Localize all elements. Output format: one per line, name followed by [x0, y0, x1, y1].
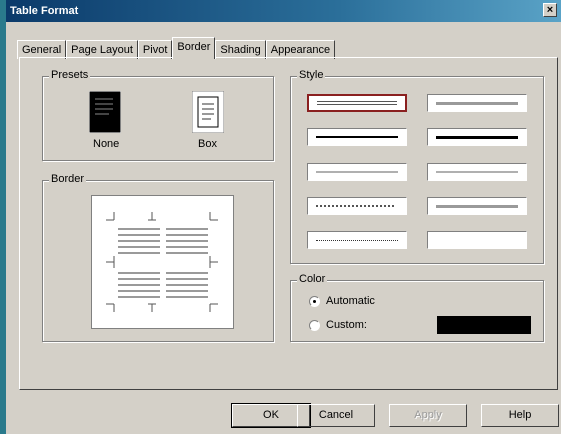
style-dotted-line[interactable] — [307, 197, 407, 215]
window-title: Table Format — [10, 5, 79, 17]
presets-group: Presets None Box — [42, 69, 274, 161]
preset-none-button[interactable] — [88, 90, 122, 136]
help-button[interactable]: Help — [481, 404, 559, 427]
preset-box-label: Box — [198, 138, 217, 150]
custom-color-swatch[interactable] — [437, 316, 531, 334]
close-icon[interactable]: × — [543, 3, 557, 17]
radio-automatic[interactable] — [309, 295, 320, 307]
style-label: Style — [297, 69, 326, 81]
line-sample — [316, 240, 398, 241]
line-sample — [436, 136, 518, 139]
apply-button[interactable]: Apply — [389, 404, 467, 427]
line-sample — [436, 171, 518, 173]
line-sample — [436, 205, 518, 208]
line-sample — [316, 136, 398, 138]
radio-custom[interactable] — [309, 319, 320, 331]
style-thick-line[interactable] — [427, 128, 527, 146]
preset-box-button[interactable] — [191, 90, 225, 136]
line-sample — [316, 205, 394, 207]
automatic-label: Automatic — [326, 295, 375, 307]
style-thin-line[interactable] — [307, 163, 407, 181]
cancel-button[interactable]: Cancel — [297, 404, 375, 427]
line-sample — [436, 102, 518, 105]
style-fine-dotted-line[interactable] — [307, 231, 407, 249]
style-medium-gray-line[interactable] — [427, 197, 527, 215]
tab-strip: General Page Layout Pivot Border Shading… — [17, 37, 336, 59]
presets-label: Presets — [49, 69, 91, 81]
tab-border[interactable]: Border — [172, 37, 216, 59]
color-automatic-option[interactable]: Automatic — [309, 295, 375, 307]
preset-box-icon — [191, 90, 225, 134]
color-label: Color — [297, 273, 328, 285]
color-group: Color Automatic Custom: — [290, 273, 544, 342]
border-tab-panel: Presets None Box Border Style Color Auto… — [19, 57, 558, 390]
color-custom-option[interactable]: Custom: — [309, 319, 367, 331]
style-light-line[interactable] — [427, 163, 527, 181]
style-group: Style — [290, 69, 544, 264]
style-solid-line[interactable] — [427, 94, 527, 112]
table-format-dialog: Table Format × General Page Layout Pivot… — [0, 0, 561, 434]
border-group: Border — [42, 173, 274, 342]
line-sample — [316, 171, 398, 173]
border-label: Border — [49, 173, 87, 185]
custom-label: Custom: — [326, 319, 367, 331]
style-medium-line[interactable] — [307, 128, 407, 146]
line-sample — [317, 101, 397, 105]
preset-none-label: None — [93, 138, 120, 150]
border-preview-diagram — [106, 212, 218, 312]
style-double-line[interactable] — [307, 94, 407, 112]
style-none-line[interactable] — [427, 231, 527, 249]
preset-none-icon — [88, 90, 122, 134]
border-preview[interactable] — [91, 195, 234, 329]
title-bar[interactable]: Table Format × — [6, 0, 561, 22]
